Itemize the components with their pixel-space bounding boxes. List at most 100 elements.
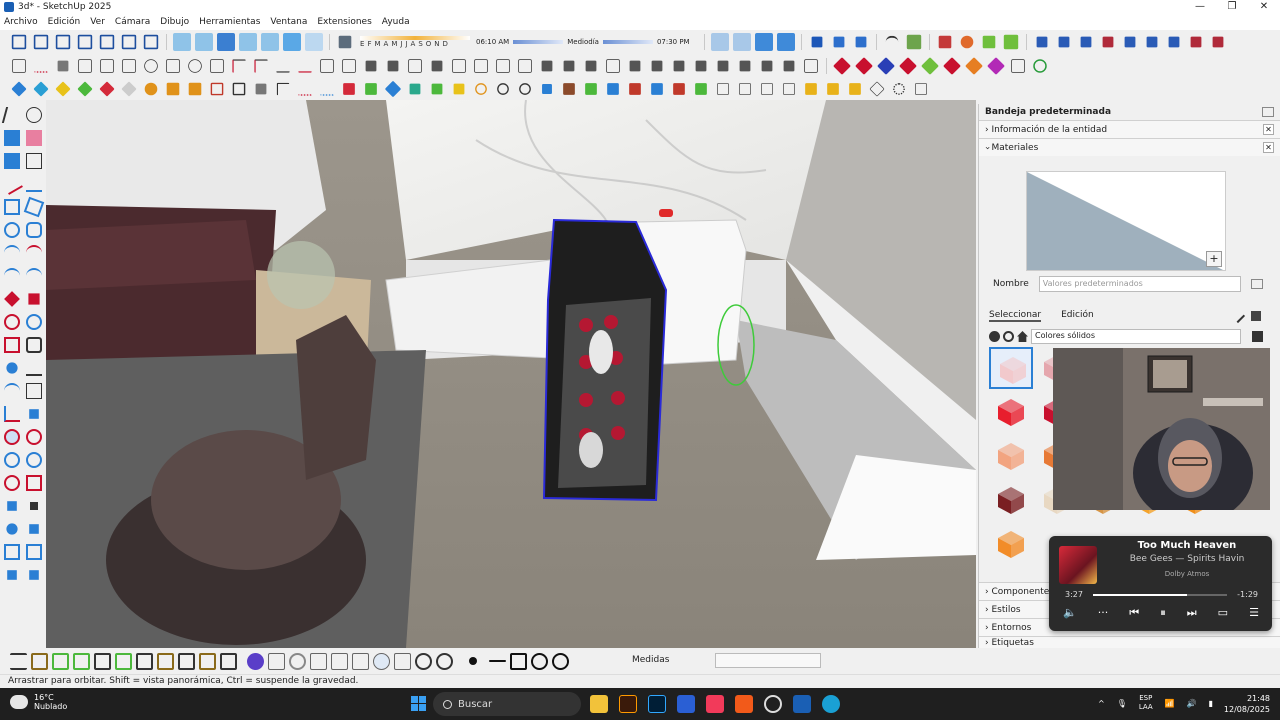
extension-tool-icon[interactable] [408,59,422,73]
layer-tool-icon[interactable] [115,652,132,670]
walk-icon[interactable] [710,33,729,51]
line-shape-icon[interactable] [489,660,506,662]
ramp-icon[interactable] [855,36,867,48]
scale-icon[interactable] [4,337,20,353]
layer-tool-icon[interactable] [31,652,48,670]
tags-section[interactable]: › Etiquetas [979,636,1280,648]
extension-tool-icon[interactable] [497,83,509,95]
extension-tool-icon[interactable] [166,82,180,96]
speaker-icon[interactable]: 🔊 [1187,699,1197,708]
menu-ver[interactable]: Ver [90,17,105,27]
time-slider[interactable]: 06:10 AM Mediodía 07:30 PM [476,38,690,46]
sandbox-from-contours-icon[interactable] [26,544,42,560]
extension-tool-icon[interactable] [474,59,488,73]
rotate-icon[interactable] [4,314,20,330]
extension-tool-icon[interactable] [739,60,751,72]
rectangle-icon[interactable] [4,199,20,215]
slope-icon[interactable] [833,36,845,48]
back-icon[interactable] [989,331,1000,342]
extension-tool-icon[interactable] [255,83,267,95]
arc-icon[interactable] [4,245,20,261]
xray-icon[interactable] [173,33,191,51]
extension-tool-icon[interactable] [342,59,356,73]
extension-tool-icon[interactable] [365,60,377,72]
pan-icon[interactable] [776,33,795,51]
extension-tool-icon[interactable] [232,82,246,96]
extension-tool-icon[interactable] [452,59,466,73]
help-circle-icon[interactable] [373,652,390,670]
geolocate-icon[interactable] [247,652,264,670]
chatgpt-icon[interactable] [764,695,782,713]
menu-dibujo[interactable]: Dibujo [160,17,189,27]
extension-tool-icon[interactable] [739,83,751,95]
extension-tool-icon[interactable] [965,57,983,75]
hide-icon[interactable] [552,652,569,670]
smoove-icon[interactable] [7,570,17,580]
edge-icon[interactable] [822,695,840,713]
menu-edicion[interactable]: Edición [48,17,81,27]
extension-tool-icon[interactable] [761,60,773,72]
lasso-icon[interactable] [26,107,42,123]
extension-tool-icon[interactable] [365,83,377,95]
layer-tool-icon[interactable] [10,652,27,670]
extension-tool-icon[interactable] [629,83,641,95]
extension-tool-icon[interactable] [563,83,575,95]
extension-tool-icon[interactable] [34,59,48,73]
iso-view-icon[interactable] [11,34,27,50]
extension-tool-icon[interactable] [717,60,729,72]
extension-tool-icon[interactable] [1011,59,1025,73]
brave-icon[interactable] [735,695,753,713]
right-view-icon[interactable] [77,34,93,50]
look-around-tool-icon[interactable] [6,523,18,535]
extension-tool-icon[interactable] [869,81,885,97]
extension-tool-icon[interactable] [188,82,202,96]
layer-tool-icon[interactable] [73,652,90,670]
file-explorer-icon[interactable] [590,695,608,713]
extension-tool-icon[interactable] [695,83,707,95]
ext-tool-3-icon[interactable] [1080,36,1092,48]
clock[interactable]: 21:48 12/08/2025 [1224,693,1270,715]
shaded-textures-icon[interactable] [283,33,301,51]
extension-tool-icon[interactable] [542,84,552,94]
extension-tool-icon[interactable] [943,57,961,75]
ext-tool-7-icon[interactable] [1168,36,1180,48]
extension-tool-icon[interactable] [585,60,597,72]
extension-tool-icon[interactable] [541,60,553,72]
protractor-icon[interactable] [4,383,20,399]
screenshot-icon[interactable] [352,652,369,670]
extension-tool-icon[interactable] [496,59,510,73]
ext-tool-6-icon[interactable] [1146,36,1158,48]
shadows-icon[interactable] [338,35,352,49]
walk-tool-icon[interactable] [30,502,38,510]
rectangle-shape-icon[interactable] [510,652,527,670]
minimize-button[interactable]: — [1184,0,1216,14]
ring-icon[interactable] [289,652,306,670]
extension-tool-icon[interactable] [343,83,355,95]
follow-me-icon[interactable] [26,314,42,330]
ext-tool-9-icon[interactable] [1212,36,1224,48]
extension-tool-icon[interactable] [877,57,895,75]
circle-shape-icon[interactable] [531,652,548,670]
more-icon[interactable]: ··· [1098,606,1109,620]
paint-icon[interactable] [1251,311,1261,321]
extension-tool-icon[interactable] [833,57,851,75]
extension-tool-icon[interactable] [55,81,71,97]
extension-tool-icon[interactable] [320,82,334,96]
autocad-icon[interactable] [677,695,695,713]
chevron-up-icon[interactable]: ^ [1098,699,1105,708]
extension-tool-icon[interactable] [100,59,114,73]
weather-widget[interactable]: 16°C Nublado [10,693,67,711]
material-swatch[interactable] [989,523,1033,565]
previous-icon[interactable]: ⏮ [1129,606,1139,620]
extension-tool-icon[interactable] [254,59,268,73]
music-app-icon[interactable] [706,695,724,713]
3d-viewport[interactable] [46,100,976,648]
pan-tool-icon[interactable] [26,429,42,445]
point-icon[interactable] [469,657,477,665]
extension-tool-icon[interactable] [673,60,685,72]
section-plane-tool-icon[interactable] [29,524,39,534]
text-icon[interactable] [26,383,42,399]
battery-icon[interactable]: ▮ [1209,699,1213,708]
eraser-alt-icon[interactable] [26,153,42,169]
extension-tool-icon[interactable] [804,59,818,73]
